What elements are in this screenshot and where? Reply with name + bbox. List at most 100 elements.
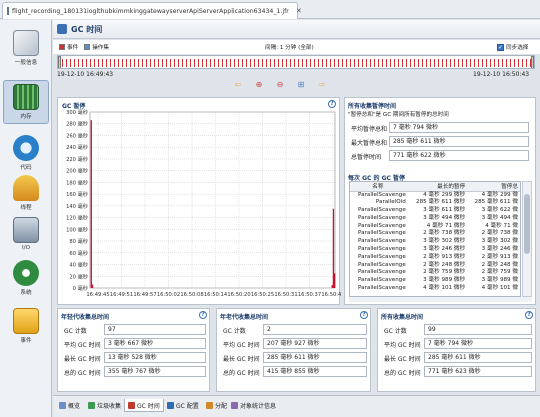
sync-checkbox[interactable]: ✓ xyxy=(497,43,504,51)
nav-item-memory[interactable]: 内存 xyxy=(3,80,49,124)
tab-gc-config[interactable]: GC 配置 xyxy=(164,399,202,412)
y-tick-label: 100 毫秒 xyxy=(66,225,88,233)
kv-label: GC 计数 xyxy=(223,328,246,335)
nav-item-system[interactable]: 系统 xyxy=(3,260,49,296)
kv-label: 总的 GC 时间 xyxy=(64,370,101,377)
tab-gc[interactable]: 垃圾收集 xyxy=(85,399,124,412)
kv-label: 最长 GC 时间 xyxy=(223,356,260,363)
table-row[interactable]: ParallelScavenge 4 毫秒 101 微秒 4 毫秒 101 微 xyxy=(350,285,520,293)
all-pauses-title: 所有收集暂停时间 xyxy=(348,103,397,110)
table-row[interactable]: ParallelOld 285 毫秒 611 微秒 285 毫秒 611 微 xyxy=(350,199,520,207)
table-cell: 285 毫秒 611 微秒 xyxy=(416,199,466,206)
bottom-tab-bar: 概览 垃圾收集 GC 时间 GC 配置 分配 对象统计信息 xyxy=(53,395,540,417)
kv-value: 2 xyxy=(263,324,367,335)
table-cell: ParallelScavenge xyxy=(358,277,406,284)
arrow-left-icon[interactable]: ⇦ xyxy=(233,80,243,90)
table-cell: ParallelScavenge xyxy=(358,261,406,268)
column-header[interactable]: 名称 xyxy=(350,182,408,192)
kv-label: 总的 GC 时间 xyxy=(384,370,421,377)
column-header[interactable]: 暂停总 xyxy=(467,182,520,192)
timeline-end: 19-12-10 16:50:43 xyxy=(473,71,530,78)
table-row[interactable]: ParallelScavenge 2 毫秒 913 微秒 2 毫秒 913 微 xyxy=(350,254,520,262)
table-row[interactable]: ParallelScavenge 3 毫秒 494 微秒 3 毫秒 494 微 xyxy=(350,215,520,223)
y-tick-label: 60 毫秒 xyxy=(69,249,88,257)
editor-tab[interactable]: flight_recording_180131ioglthubkimmkingg… xyxy=(2,2,302,19)
tab-label: 对象统计信息 xyxy=(240,403,277,410)
nav-item-events[interactable]: 事件 xyxy=(3,308,49,344)
table-row[interactable]: ParallelScavenge 3 毫秒 246 微秒 3 毫秒 246 微 xyxy=(350,246,520,254)
table-row[interactable]: ParallelScavenge 3 毫秒 302 微秒 3 毫秒 302 微 xyxy=(350,238,520,246)
zoom-out-icon[interactable]: ⊖ xyxy=(275,80,285,90)
total-pause-value: 771 毫秒 622 微秒 xyxy=(389,150,529,161)
y-tick-label: 20 毫秒 xyxy=(69,272,88,280)
allocation-icon xyxy=(206,402,213,409)
table-cell: 3 毫秒 302 微秒 xyxy=(423,238,466,245)
y-tick-label: 260 毫秒 xyxy=(66,131,88,139)
table-cell: ParallelScavenge xyxy=(358,191,406,198)
table-cell: 3 毫秒 989 微秒 xyxy=(423,277,466,284)
range-label: 间隔: 1 分钟 (全部) xyxy=(265,45,314,51)
table-cell: ParallelScavenge xyxy=(358,238,406,245)
y-tick-label: 140 毫秒 xyxy=(66,202,88,210)
tab-label: 分配 xyxy=(215,403,228,410)
editor-tab-bar: flight_recording_180131ioglthubkimmkingg… xyxy=(0,0,540,19)
table-cell: ParallelScavenge xyxy=(358,253,406,260)
object-stats-icon xyxy=(231,402,238,409)
nav-label: 事件 xyxy=(20,338,32,344)
kv-label: 平均 GC 时间 xyxy=(384,342,421,349)
all-gc-title: 所有收集总时间 xyxy=(381,314,424,321)
editor-tab-title: flight_recording_180131ioglthubkimmkingg… xyxy=(12,7,289,15)
table-cell: ParallelScavenge xyxy=(358,222,406,229)
tab-gc-time[interactable]: GC 时间 xyxy=(124,399,164,412)
kv-label: 平均 GC 时间 xyxy=(64,342,101,349)
y-tick-label: 200 毫秒 xyxy=(66,167,88,175)
code-icon xyxy=(13,135,39,161)
vertical-scrollbar[interactable] xyxy=(522,181,532,297)
file-icon xyxy=(7,7,9,15)
gc-pause-table[interactable]: 名称 最长的暂停 暂停总 ParallelScavenge 4 毫秒 299 微秒… xyxy=(349,181,521,297)
gc-pause-bar xyxy=(90,120,92,288)
table-cell: 3 毫秒 302 微 xyxy=(481,238,518,245)
help-icon[interactable]: ? xyxy=(525,311,533,319)
sync-label[interactable]: 同步选择 xyxy=(506,43,528,51)
column-header[interactable]: 最长的暂停 xyxy=(407,182,468,192)
scroll-thumb[interactable] xyxy=(524,194,530,254)
x-tick-label: 16:50:37 xyxy=(298,292,321,298)
gc-time-icon xyxy=(57,24,67,34)
y-tick-label: 40 毫秒 xyxy=(69,261,88,269)
timeline-left-handle[interactable] xyxy=(58,56,61,68)
nav-item-general[interactable]: 一般信息 xyxy=(3,30,49,66)
tab-overview[interactable]: 概览 xyxy=(56,399,83,412)
kv-label: 最长 GC 时间 xyxy=(64,356,101,363)
table-cell: 3 毫秒 494 微 xyxy=(481,214,518,221)
max-pause-value: 285 毫秒 611 微秒 xyxy=(389,136,529,147)
arrow-right-icon[interactable]: ⇨ xyxy=(317,80,327,90)
nav-item-io[interactable]: I/O xyxy=(3,217,49,251)
operations-label[interactable]: 操作集 xyxy=(92,43,109,51)
nav-item-code[interactable]: 代码 xyxy=(3,135,49,171)
timeline-selector[interactable] xyxy=(57,55,535,69)
timeline-toolbar: ⇦ ⊕ ⊖ ⊞ ⇨ xyxy=(233,80,327,92)
gc-time-icon xyxy=(128,401,135,409)
close-icon[interactable]: ✕ xyxy=(296,7,302,15)
kv-label: GC 计数 xyxy=(384,328,407,335)
table-row[interactable]: ParallelScavenge 3 毫秒 611 微秒 3 毫秒 622 微 xyxy=(350,207,520,215)
x-tick-label: 16:50:25 xyxy=(251,292,274,298)
x-tick-label: 16:50:08 xyxy=(180,292,203,298)
gc-pause-panel: GC 暂停 ? 0 毫秒 20 毫秒 40 毫秒 60 毫秒 80 毫秒 100 毫秒 12… xyxy=(57,97,341,305)
avg-pause-label: 平均暂停总和 xyxy=(351,126,388,133)
select-all-icon[interactable]: ⊞ xyxy=(296,80,306,90)
zoom-in-icon[interactable]: ⊕ xyxy=(254,80,264,90)
tab-object-stats[interactable]: 对象统计信息 xyxy=(228,399,279,412)
help-icon[interactable]: ? xyxy=(199,311,207,319)
timeline-right-handle[interactable] xyxy=(531,56,534,68)
gc-pause-bar xyxy=(333,273,336,288)
table-row[interactable]: ParallelScavenge 3 毫秒 989 微秒 3 毫秒 989 微 xyxy=(350,277,520,285)
nav-item-threads[interactable]: 线程 xyxy=(3,175,49,211)
horizontal-scrollbar[interactable] xyxy=(349,297,532,302)
y-tick-label: 240 毫秒 xyxy=(66,143,88,151)
events-label[interactable]: 事件 xyxy=(67,43,78,51)
help-icon[interactable]: ? xyxy=(360,311,368,319)
total-pause-label: 总暂停时间 xyxy=(351,154,382,161)
tab-allocation[interactable]: 分配 xyxy=(203,399,230,412)
